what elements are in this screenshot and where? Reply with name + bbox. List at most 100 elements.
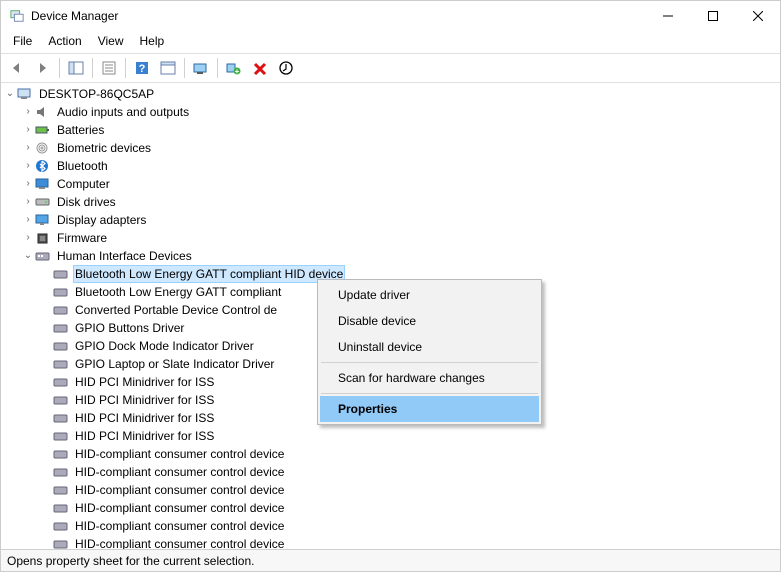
device-label[interactable]: HID PCI Minidriver for ISS <box>73 427 216 445</box>
ctx-update-driver[interactable]: Update driver <box>320 282 539 308</box>
context-menu: Update driver Disable device Uninstall d… <box>317 279 542 425</box>
ctx-separator <box>321 393 538 394</box>
hid-device-icon <box>53 374 69 390</box>
category-label[interactable]: Audio inputs and outputs <box>55 103 191 121</box>
expand-icon[interactable]: › <box>21 121 35 139</box>
forward-button[interactable] <box>31 56 55 80</box>
tree-root-label[interactable]: DESKTOP-86QC5AP <box>37 85 156 103</box>
window-controls <box>645 1 780 31</box>
display-icon <box>35 212 51 228</box>
category-label[interactable]: Biometric devices <box>55 139 153 157</box>
menu-bar: File Action View Help <box>1 31 780 53</box>
collapse-icon[interactable]: ⌄ <box>21 247 35 265</box>
device-label[interactable]: HID-compliant consumer control device <box>73 445 286 463</box>
hid-device-icon <box>53 392 69 408</box>
device-label[interactable]: GPIO Dock Mode Indicator Driver <box>73 337 256 355</box>
category-label[interactable]: Batteries <box>55 121 106 139</box>
hid-icon <box>35 248 51 264</box>
show-hide-tree-button[interactable] <box>64 56 88 80</box>
update-driver-button[interactable] <box>274 56 298 80</box>
hid-device-icon <box>53 536 69 549</box>
device-label[interactable]: HID PCI Minidriver for ISS <box>73 409 216 427</box>
computer-icon <box>17 86 33 102</box>
device-label[interactable]: HID-compliant consumer control device <box>73 463 286 481</box>
close-button[interactable] <box>735 1 780 31</box>
hid-device-icon <box>53 284 69 300</box>
expand-icon[interactable]: › <box>21 229 35 247</box>
hid-device-icon <box>53 518 69 534</box>
status-bar: Opens property sheet for the current sel… <box>1 549 780 571</box>
expand-icon[interactable]: › <box>21 175 35 193</box>
hid-device-icon <box>53 356 69 372</box>
menu-file[interactable]: File <box>7 32 38 50</box>
audio-icon <box>35 104 51 120</box>
device-label[interactable]: HID-compliant consumer control device <box>73 535 286 549</box>
device-label[interactable]: HID-compliant consumer control device <box>73 517 286 535</box>
svg-text:?: ? <box>139 63 146 75</box>
hid-device-icon <box>53 500 69 516</box>
menu-help[interactable]: Help <box>134 32 171 50</box>
hid-device-icon <box>53 428 69 444</box>
separator <box>184 58 185 78</box>
device-label[interactable]: GPIO Laptop or Slate Indicator Driver <box>73 355 276 373</box>
category-label[interactable]: Bluetooth <box>55 157 110 175</box>
back-button[interactable] <box>5 56 29 80</box>
battery-icon <box>35 122 51 138</box>
toolbar: ? + <box>1 53 780 83</box>
uninstall-button[interactable] <box>248 56 272 80</box>
expand-icon[interactable]: › <box>21 157 35 175</box>
device-label[interactable]: HID PCI Minidriver for ISS <box>73 391 216 409</box>
separator <box>217 58 218 78</box>
status-text: Opens property sheet for the current sel… <box>7 554 254 568</box>
hid-device-icon <box>53 266 69 282</box>
action-arrow-button[interactable] <box>156 56 180 80</box>
computer-icon <box>35 176 51 192</box>
firmware-icon <box>35 230 51 246</box>
separator <box>125 58 126 78</box>
disk-icon <box>35 194 51 210</box>
device-label[interactable]: GPIO Buttons Driver <box>73 319 186 337</box>
add-legacy-button[interactable]: + <box>222 56 246 80</box>
hid-device-icon <box>53 446 69 462</box>
content-area: ⌄ DESKTOP-86QC5AP › Audio inputs and out… <box>1 83 780 549</box>
window-title: Device Manager <box>31 9 645 23</box>
hid-device-icon <box>53 338 69 354</box>
help-button[interactable]: ? <box>130 56 154 80</box>
ctx-properties[interactable]: Properties <box>320 396 539 422</box>
device-label[interactable]: HID-compliant consumer control device <box>73 481 286 499</box>
title-bar: Device Manager <box>1 1 780 31</box>
expand-icon[interactable]: › <box>21 139 35 157</box>
device-label[interactable]: Bluetooth Low Energy GATT compliant <box>73 283 283 301</box>
separator <box>92 58 93 78</box>
scan-hardware-button[interactable] <box>189 56 213 80</box>
hid-device-icon <box>53 410 69 426</box>
expand-icon[interactable]: › <box>21 211 35 229</box>
minimize-button[interactable] <box>645 1 690 31</box>
category-label[interactable]: Computer <box>55 175 112 193</box>
fingerprint-icon <box>35 140 51 156</box>
hid-device-icon <box>53 482 69 498</box>
menu-action[interactable]: Action <box>42 32 87 50</box>
menu-view[interactable]: View <box>92 32 130 50</box>
device-label[interactable]: HID PCI Minidriver for ISS <box>73 373 216 391</box>
properties-button[interactable] <box>97 56 121 80</box>
category-label[interactable]: Firmware <box>55 229 109 247</box>
expand-icon[interactable]: › <box>21 193 35 211</box>
ctx-uninstall-device[interactable]: Uninstall device <box>320 334 539 360</box>
ctx-separator <box>321 362 538 363</box>
category-label[interactable]: Display adapters <box>55 211 148 229</box>
device-label[interactable]: Converted Portable Device Control de <box>73 301 279 319</box>
hid-device-icon <box>53 302 69 318</box>
collapse-icon[interactable]: ⌄ <box>3 85 17 103</box>
device-label[interactable]: Bluetooth Low Energy GATT compliant HID … <box>73 265 345 283</box>
category-label[interactable]: Disk drives <box>55 193 118 211</box>
separator <box>59 58 60 78</box>
maximize-button[interactable] <box>690 1 735 31</box>
device-label[interactable]: HID-compliant consumer control device <box>73 499 286 517</box>
category-label[interactable]: Human Interface Devices <box>55 247 194 265</box>
devicemanager-icon <box>9 8 25 24</box>
expand-icon[interactable]: › <box>21 103 35 121</box>
svg-text:+: + <box>235 67 240 75</box>
ctx-scan-hardware[interactable]: Scan for hardware changes <box>320 365 539 391</box>
ctx-disable-device[interactable]: Disable device <box>320 308 539 334</box>
